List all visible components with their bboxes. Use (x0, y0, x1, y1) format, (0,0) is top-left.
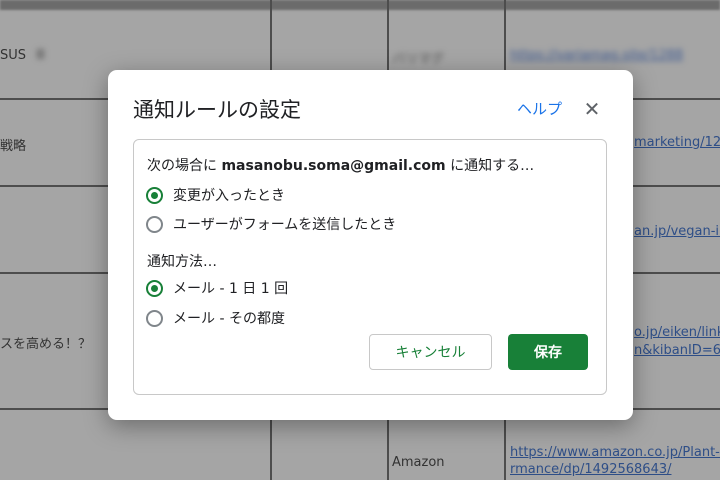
radio-option-on-change[interactable]: 変更が入ったとき (146, 184, 285, 206)
radio-unselected-icon[interactable] (146, 215, 163, 233)
radio-label: メール - 1 日 1 回 (173, 281, 289, 297)
radio-unselected-icon[interactable] (146, 309, 163, 327)
radio-selected-icon[interactable] (146, 279, 163, 297)
cancel-button[interactable]: キャンセル (369, 334, 492, 370)
notify-method-label: 通知方法… (147, 254, 217, 270)
intro-prefix: 次の場合に (147, 158, 217, 174)
radio-label: ユーザーがフォームを送信したとき (173, 217, 397, 233)
notification-rules-dialog: 通知ルールの設定 ヘルプ ✕ 次の場合に masanobu.soma@gmail… (108, 70, 633, 420)
radio-label: メール - その都度 (173, 311, 285, 327)
radio-option-email-daily[interactable]: メール - 1 日 1 回 (146, 277, 288, 299)
save-button[interactable]: 保存 (508, 334, 588, 370)
radio-option-email-immediate[interactable]: メール - その都度 (146, 307, 285, 329)
dialog-title: 通知ルールの設定 (133, 98, 301, 122)
radio-option-form-submit[interactable]: ユーザーがフォームを送信したとき (146, 213, 396, 235)
radio-label: 変更が入ったとき (173, 188, 285, 204)
intro-suffix: に通知する… (450, 158, 535, 174)
radio-selected-icon[interactable] (146, 186, 163, 204)
notify-intro: 次の場合に masanobu.soma@gmail.com に通知する… (147, 155, 534, 175)
notify-email: masanobu.soma@gmail.com (221, 158, 446, 174)
close-icon[interactable]: ✕ (580, 97, 604, 121)
rule-panel: 次の場合に masanobu.soma@gmail.com に通知する… 変更が… (133, 139, 607, 395)
help-link[interactable]: ヘルプ (517, 98, 562, 119)
